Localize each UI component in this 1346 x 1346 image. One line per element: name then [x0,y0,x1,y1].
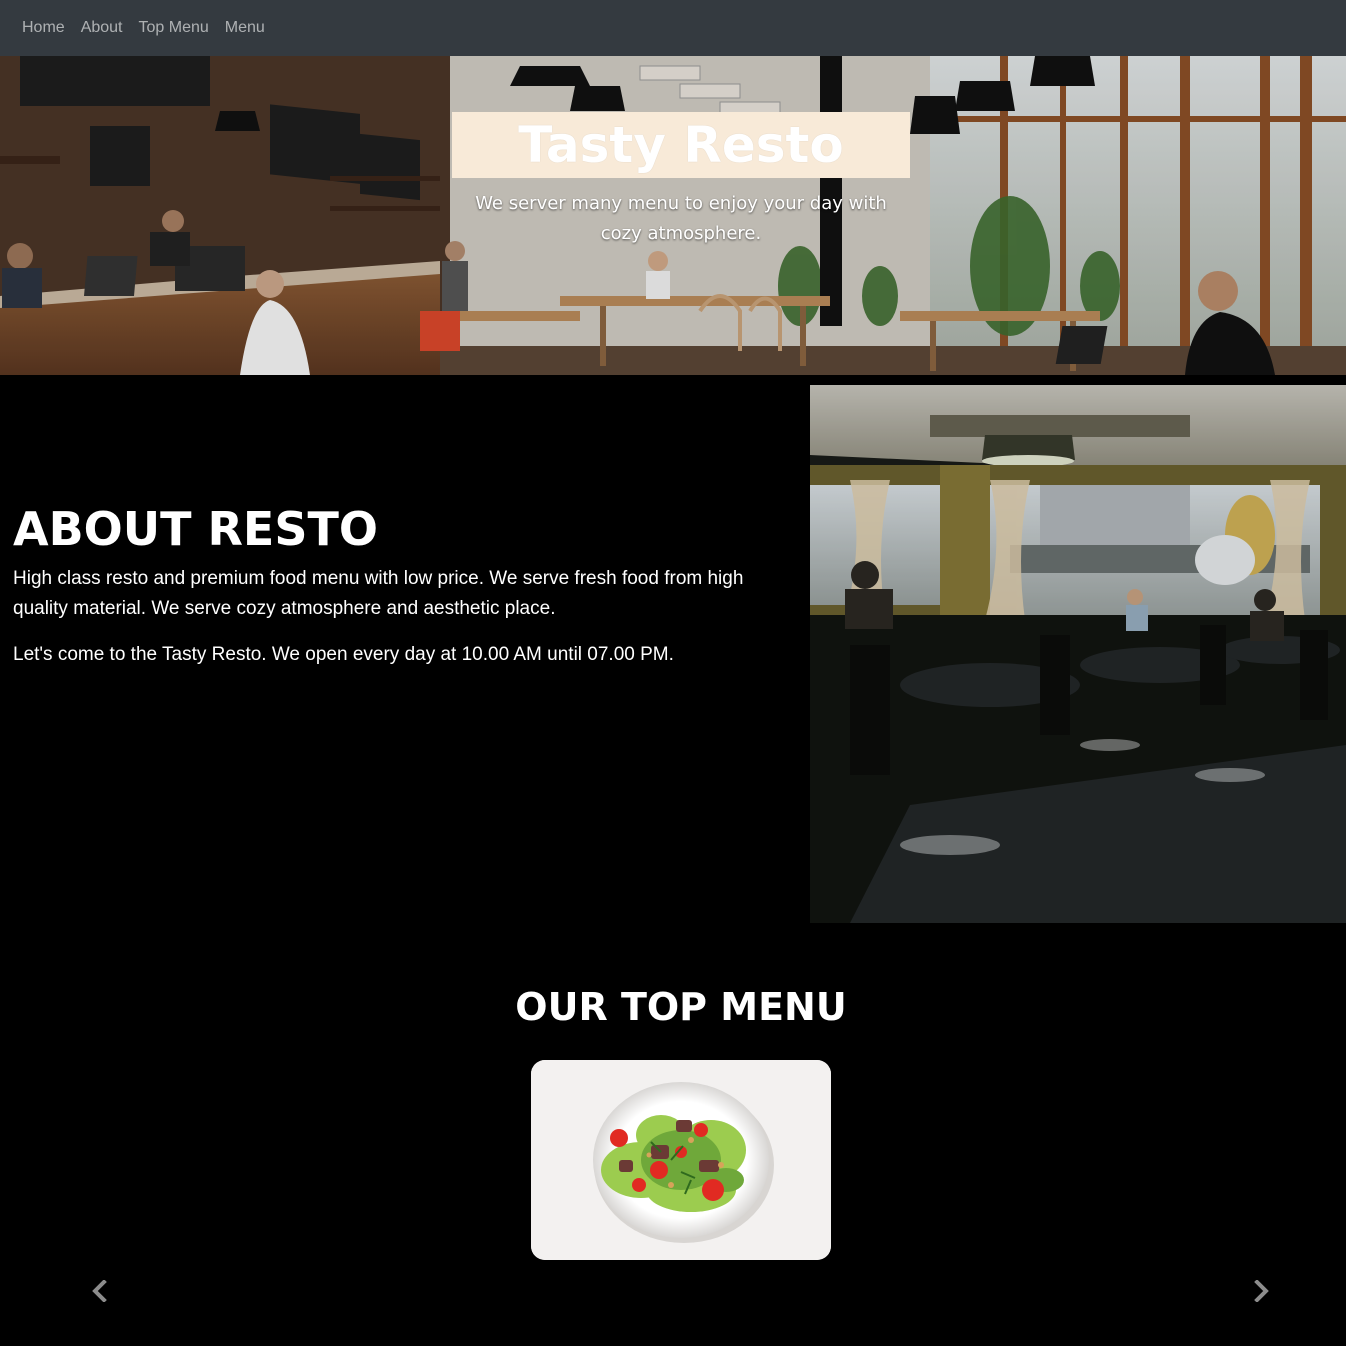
about-paragraph-1: High class resto and premium food menu w… [13,568,744,619]
carousel-next-button[interactable] [1246,1276,1276,1306]
about-restaurant-image [810,385,1346,923]
hero-title: Tasty Resto [518,116,844,174]
top-menu-title: OUR TOP MENU [515,985,847,1029]
nav-link-home[interactable]: Home [14,19,73,37]
about-title: ABOUT RESTO [13,502,378,556]
carousel-prev-button[interactable] [85,1276,115,1306]
nav-link-about[interactable]: About [73,19,131,37]
menu-carousel-item[interactable] [531,1060,831,1260]
about-text: ABOUT RESTO High class resto and premium… [13,500,793,686]
hero-subtitle: We server many menu to enjoy your day wi… [475,193,887,244]
navbar: Home About Top Menu Menu [0,0,1346,56]
salad-image [531,1060,831,1260]
nav-link-top-menu[interactable]: Top Menu [131,19,217,37]
about-section: ABOUT RESTO High class resto and premium… [0,385,1346,925]
nav-link-menu[interactable]: Menu [217,19,273,37]
chevron-left-icon [92,1280,107,1302]
chevron-right-icon [1254,1280,1269,1302]
about-paragraph-2: Let's come to the Tasty Resto. We open e… [13,644,674,665]
hero-section: Tasty Resto We server many menu to enjoy… [0,56,1346,375]
hero-title-box: Tasty Resto [452,112,910,178]
